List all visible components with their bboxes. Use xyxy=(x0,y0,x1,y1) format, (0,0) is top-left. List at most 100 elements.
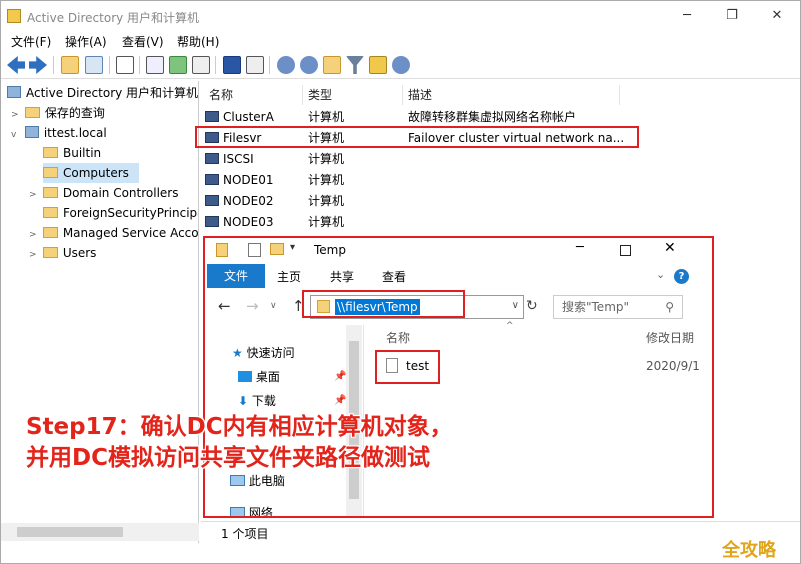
folder-icon xyxy=(43,167,58,178)
ad-root-icon xyxy=(7,86,21,98)
computer-icon xyxy=(205,174,219,185)
chevron-right-icon[interactable]: > xyxy=(29,225,39,245)
status-bar: 1 个项目 xyxy=(201,521,800,543)
column-header-description[interactable]: 描述 xyxy=(408,85,432,105)
table-row[interactable]: NODE02 计算机 xyxy=(205,191,635,212)
table-row[interactable]: NODE01 计算机 xyxy=(205,170,635,191)
tree-item-foreign-security[interactable]: ForeignSecurityPrincipa xyxy=(43,203,199,223)
up-folder-icon[interactable] xyxy=(61,56,79,74)
folder-icon xyxy=(42,247,58,258)
computer-icon xyxy=(205,216,219,227)
watermark-logo: 全攻略 xyxy=(722,540,776,561)
new-group-icon[interactable] xyxy=(300,56,318,74)
column-divider[interactable] xyxy=(302,85,303,105)
scrollbar-thumb[interactable] xyxy=(17,527,123,537)
menu-view[interactable]: 查看(V) xyxy=(122,33,164,50)
folder-icon xyxy=(24,107,40,118)
toolbar-separator xyxy=(269,56,270,74)
tree-label: ForeignSecurityPrincipa xyxy=(63,206,199,220)
refresh-icon[interactable] xyxy=(169,56,187,74)
column-divider[interactable] xyxy=(619,85,620,105)
row-type: 计算机 xyxy=(308,110,345,124)
tree-item-saved-queries[interactable]: > 保存的查询 xyxy=(11,103,105,123)
ad-app-icon xyxy=(7,9,21,23)
tree-horizontal-scrollbar[interactable] xyxy=(1,523,199,541)
tree-root[interactable]: Active Directory 用户和计算机 xyxy=(7,83,198,103)
computer-name: NODE01 xyxy=(205,170,274,191)
tree-item-domain-controllers[interactable]: > Domain Controllers xyxy=(29,183,179,203)
ou-folder-icon xyxy=(42,187,58,198)
tree-item-users[interactable]: > Users xyxy=(29,243,96,263)
new-ou-icon[interactable] xyxy=(323,56,341,74)
back-arrow-icon[interactable] xyxy=(7,56,25,74)
computer-name: NODE03 xyxy=(205,212,274,233)
menu-action[interactable]: 操作(A) xyxy=(65,33,107,50)
annotation-line-1: Step17：确认DC内有相应计算机对象， xyxy=(26,414,453,440)
tree-label: Builtin xyxy=(63,146,102,160)
tree-label: 保存的查询 xyxy=(44,106,105,120)
toolbar xyxy=(1,51,800,79)
clipboard-icon[interactable] xyxy=(116,56,134,74)
computer-icon xyxy=(205,111,219,122)
row-name: NODE02 xyxy=(223,194,274,208)
highlight-box-explorer xyxy=(203,236,714,518)
chevron-right-icon[interactable]: > xyxy=(11,105,21,125)
tree-item-computers[interactable]: Computers xyxy=(43,163,139,183)
row-type: 计算机 xyxy=(308,215,345,229)
annotation-line-2: 并用DC模拟访问共享文件夹路径做测试 xyxy=(26,445,430,471)
computer-name: NODE02 xyxy=(205,191,274,212)
tree-item-builtin[interactable]: Builtin xyxy=(43,143,101,163)
close-button[interactable]: ✕ xyxy=(763,5,791,27)
tree-label: Users xyxy=(62,246,97,260)
maximize-button[interactable]: ❐ xyxy=(718,5,746,27)
column-header-type[interactable]: 类型 xyxy=(308,85,332,105)
console-tree: Active Directory 用户和计算机 > 保存的查询 v ittest… xyxy=(1,81,199,543)
minimize-button[interactable]: ─ xyxy=(673,5,701,27)
tree-item-managed-service[interactable]: > Managed Service Acco xyxy=(29,223,199,245)
chevron-down-icon[interactable]: v xyxy=(11,125,21,145)
show-tree-icon[interactable] xyxy=(85,56,103,74)
menu-bar: 文件(F) 操作(A) 查看(V) 帮助(H) xyxy=(1,31,800,51)
menu-help[interactable]: 帮助(H) xyxy=(177,33,219,50)
tree-item-domain[interactable]: v ittest.local xyxy=(11,123,107,143)
title-bar: Active Directory 用户和计算机 ─ ❐ ✕ xyxy=(1,1,800,31)
highlight-box-file xyxy=(375,350,440,384)
console-icon[interactable] xyxy=(246,56,264,74)
tree-label: Domain Controllers xyxy=(62,186,179,200)
status-text: 1 个项目 xyxy=(221,527,269,541)
computer-icon xyxy=(205,153,219,164)
table-row[interactable]: ISCSI 计算机 xyxy=(205,149,635,170)
row-name: NODE03 xyxy=(223,215,274,229)
row-type: 计算机 xyxy=(308,173,345,187)
row-type: 计算机 xyxy=(308,194,345,208)
export-list-icon[interactable] xyxy=(192,56,210,74)
menu-file[interactable]: 文件(F) xyxy=(11,33,51,50)
column-divider[interactable] xyxy=(402,85,403,105)
chevron-right-icon[interactable]: > xyxy=(29,185,39,205)
row-description: 故障转移群集虚拟网络名称帐户 xyxy=(408,110,577,124)
help-icon[interactable] xyxy=(223,56,241,74)
row-name: ClusterA xyxy=(223,110,274,124)
find-icon[interactable] xyxy=(369,56,387,74)
toolbar-separator xyxy=(53,56,54,74)
table-row[interactable]: NODE03 计算机 xyxy=(205,212,635,233)
table-row[interactable]: ClusterA 计算机 故障转移群集虚拟网络名称帐户 xyxy=(205,107,635,128)
computer-name: ClusterA xyxy=(205,107,274,128)
tree-label: Computers xyxy=(63,166,129,180)
properties-icon[interactable] xyxy=(146,56,164,74)
window-title: Active Directory 用户和计算机 xyxy=(27,11,200,25)
forward-arrow-icon[interactable] xyxy=(29,56,47,74)
tree-label: Managed Service Acco xyxy=(62,226,199,240)
toolbar-separator xyxy=(109,56,110,74)
filter-icon[interactable] xyxy=(346,56,364,74)
add-to-group-icon[interactable] xyxy=(392,56,410,74)
highlight-box-filesvr xyxy=(195,126,639,148)
column-header-name[interactable]: 名称 xyxy=(209,85,233,105)
new-user-icon[interactable] xyxy=(277,56,295,74)
folder-icon xyxy=(43,147,58,158)
tree-root-label: Active Directory 用户和计算机 xyxy=(26,86,199,100)
folder-icon xyxy=(42,227,58,238)
chevron-right-icon[interactable]: > xyxy=(29,245,39,265)
tree-label: ittest.local xyxy=(43,126,107,140)
toolbar-separator xyxy=(139,56,140,74)
